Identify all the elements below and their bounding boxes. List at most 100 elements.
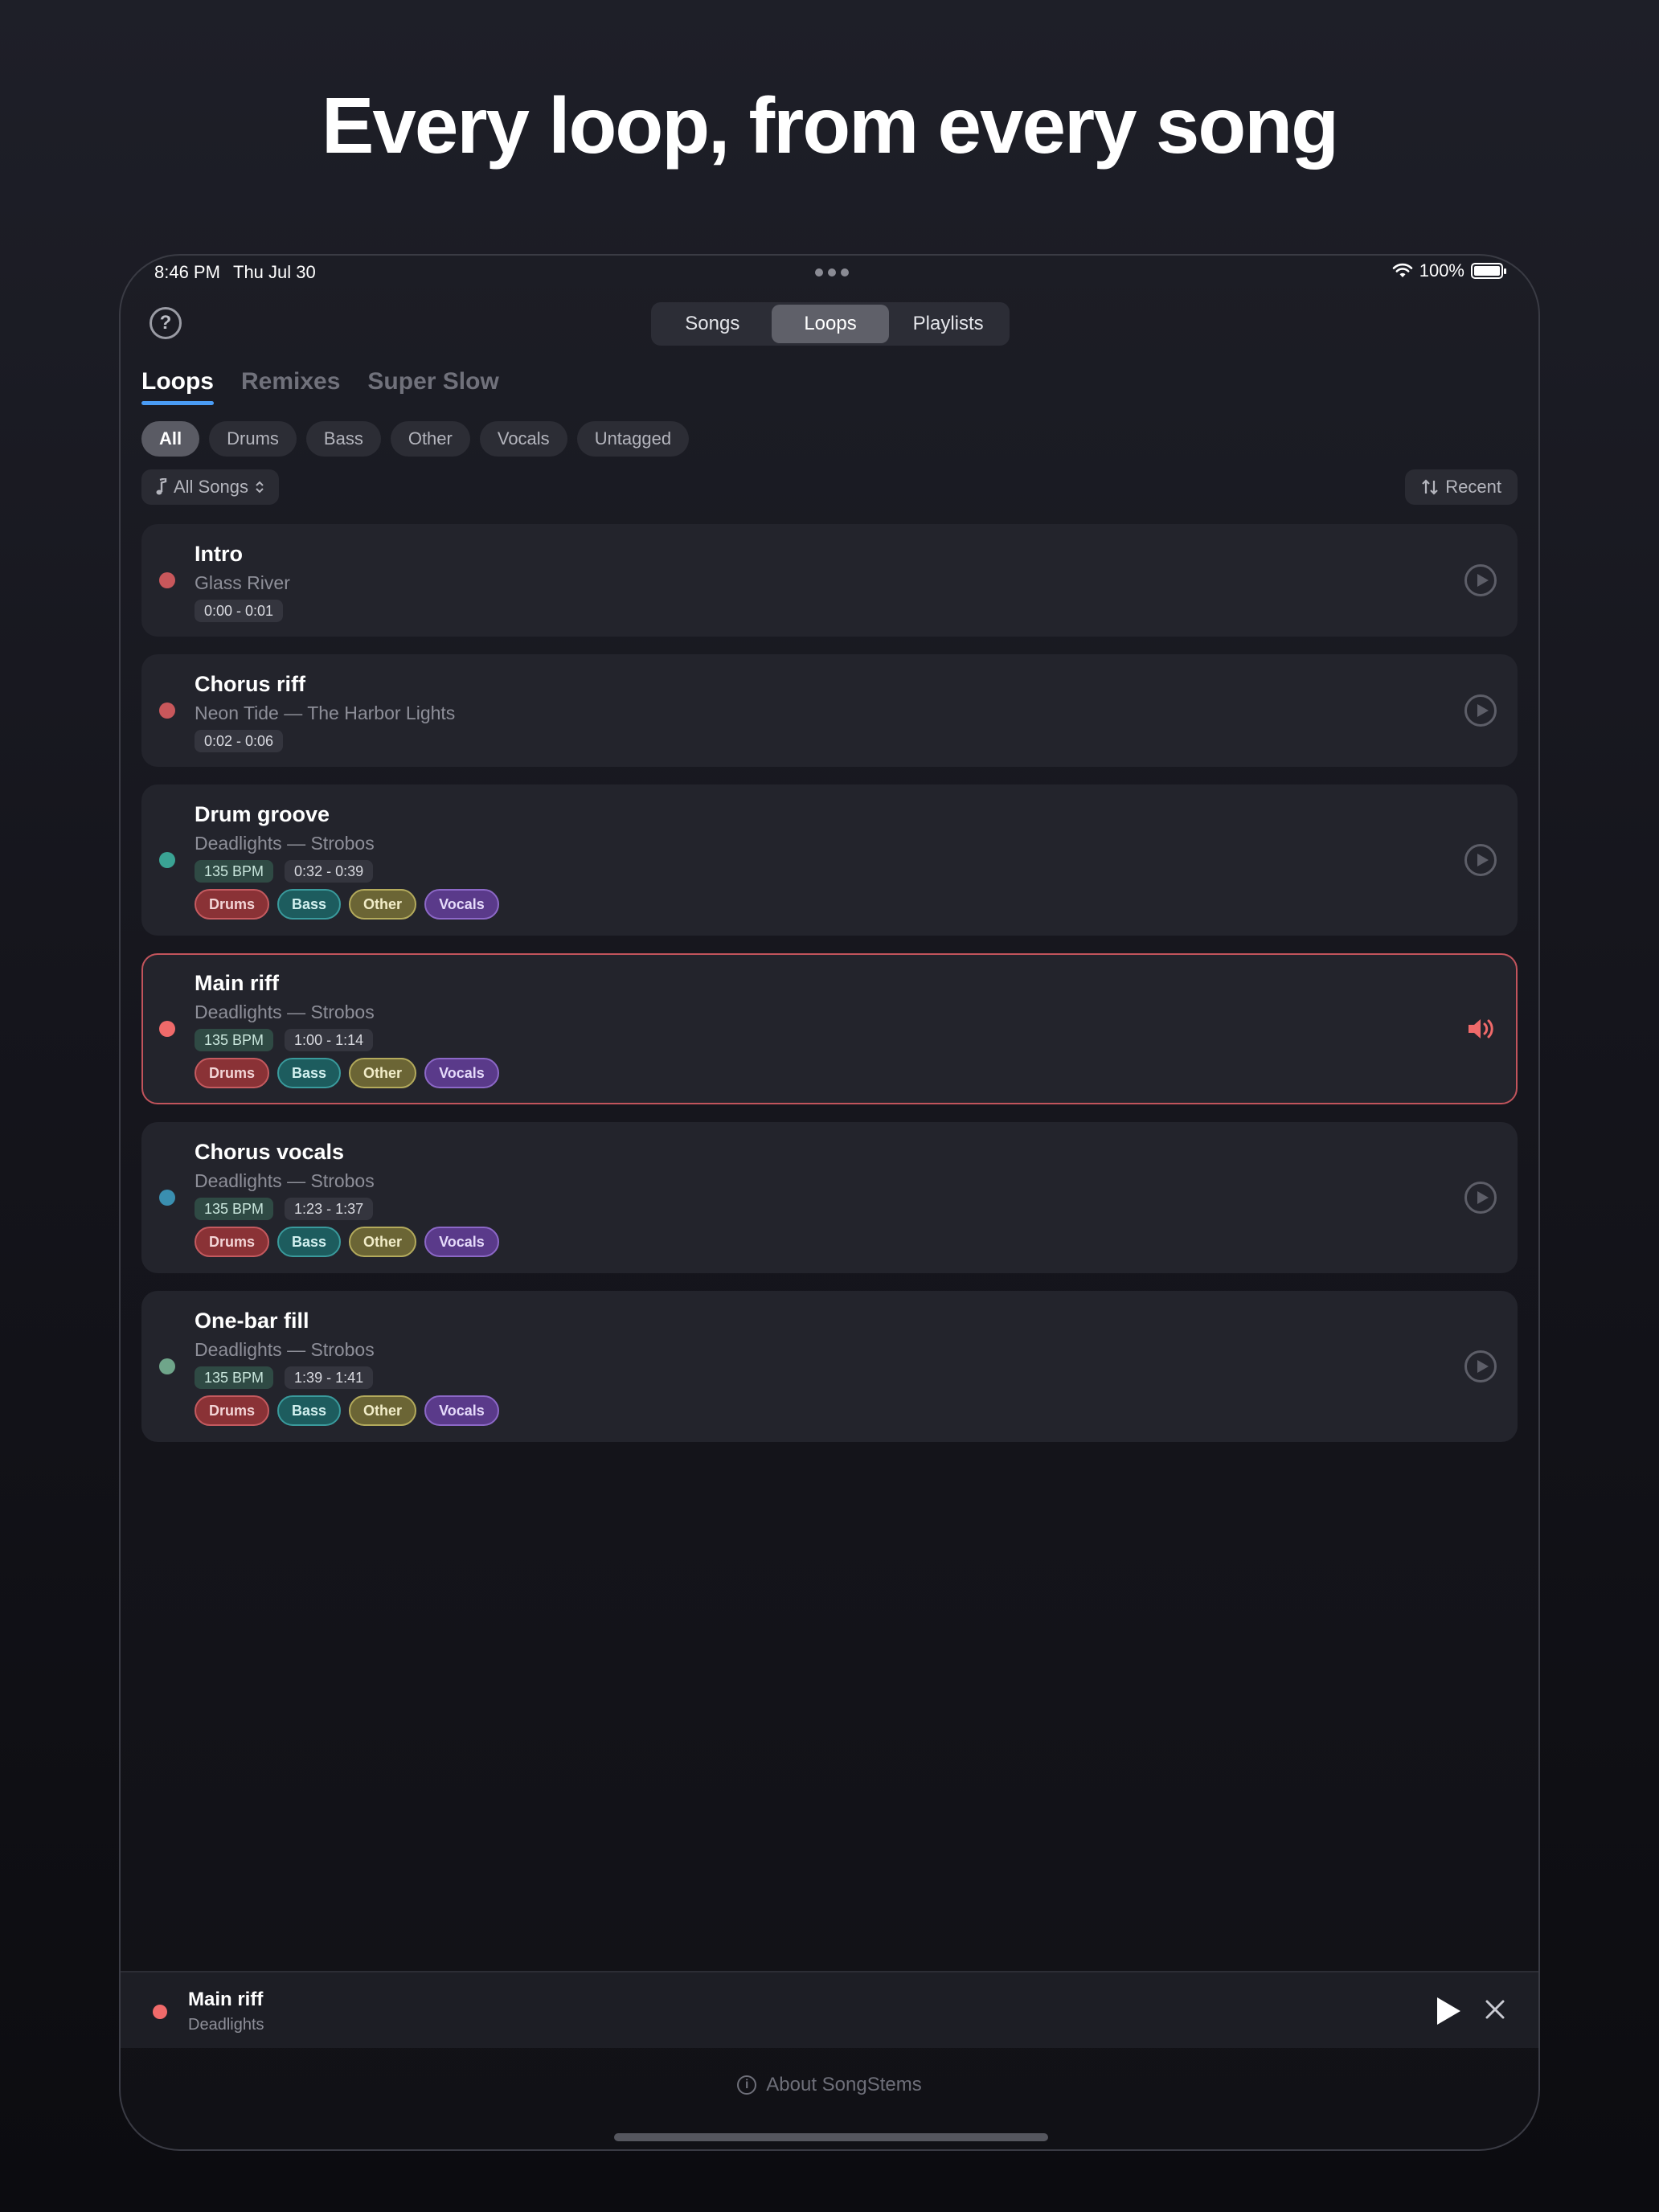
filter-chip-untagged[interactable]: Untagged [576,421,690,457]
stem-tag-drums: Drums [195,1227,270,1257]
stem-tag-bass: Bass [277,1058,342,1088]
time-range-pill: 1:00 - 1:14 [285,1029,374,1051]
filter-chip-vocals[interactable]: Vocals [479,421,567,457]
status-bar: 8:46 PM Thu Jul 30 100% [121,256,1538,289]
song-filter-label: All Songs [174,477,248,497]
stem-tags: Drums Bass Other Vocals [195,889,499,920]
speaker-playing-icon[interactable] [1466,1016,1498,1042]
view-segmented-control: Songs Loops Playlists [651,302,1010,346]
time-range-pill: 1:23 - 1:37 [285,1198,374,1220]
subtab-super-slow[interactable]: Super Slow [367,368,498,405]
loop-title: Chorus riff [195,672,305,696]
loop-card[interactable]: Chorus riff Neon Tide — The Harbor Lights… [141,654,1518,767]
bpm-pill: 135 BPM [195,1029,274,1051]
sort-label: Recent [1445,477,1501,497]
stem-tag-bass: Bass [277,889,342,920]
status-date: Thu Jul 30 [233,262,316,282]
loop-meta: 0:02 - 0:06 [195,730,284,752]
loop-title: One-bar fill [195,1309,309,1333]
loop-title: Main riff [195,971,279,995]
stem-tag-other: Other [349,1058,417,1088]
loop-title: Intro [195,542,243,566]
loop-card[interactable]: One-bar fill Deadlights — Strobos 135 BPM 1… [141,1291,1518,1442]
loop-title: Drum groove [195,802,330,826]
play-circle-icon[interactable] [1464,1182,1497,1214]
segment-playlists[interactable]: Playlists [889,305,1007,343]
stem-filter-chips: All Drums Bass Other Vocals Untagged [141,421,690,457]
time-range-pill: 0:32 - 0:39 [285,860,374,883]
about-link[interactable]: i About SongStems [121,2074,1538,2096]
filter-chip-all[interactable]: All [141,421,200,457]
loop-card[interactable]: Drum groove Deadlights — Strobos 135 BPM 0:… [141,784,1518,936]
play-circle-icon[interactable] [1464,564,1497,596]
loop-color-dot [159,703,175,719]
mini-player-color-dot [153,2005,167,2019]
mini-player-title: Main riff [188,1989,264,2010]
stem-tag-vocals: Vocals [424,1227,499,1257]
battery-percent: 100% [1419,260,1464,281]
help-icon[interactable]: ? [150,307,182,339]
loop-color-dot [159,572,175,588]
wifi-icon [1392,263,1413,277]
status-time: 8:46 PM [154,262,220,282]
segment-songs[interactable]: Songs [653,305,772,343]
loop-meta: 135 BPM 0:32 - 0:39 [195,860,374,883]
loop-list: Intro Glass River 0:00 - 0:01 Chorus riff Ne… [141,524,1518,1460]
play-icon[interactable] [1436,1997,1461,2026]
stem-tags: Drums Bass Other Vocals [195,1227,499,1257]
close-icon[interactable] [1484,1998,1506,2021]
bpm-pill: 135 BPM [195,860,274,883]
filter-chip-drums[interactable]: Drums [209,421,297,457]
filter-chip-bass[interactable]: Bass [305,421,381,457]
stem-tags: Drums Bass Other Vocals [195,1058,499,1088]
loop-card[interactable]: Chorus vocals Deadlights — Strobos 135 BPM… [141,1122,1518,1273]
stem-tag-other: Other [349,889,417,920]
sort-button[interactable]: Recent [1405,469,1518,505]
loop-subtitle: Deadlights — Strobos [195,833,375,854]
bpm-pill: 135 BPM [195,1366,274,1389]
loop-color-dot [159,1190,175,1206]
tablet-frame: 8:46 PM Thu Jul 30 100% ? Songs Loops Pl… [119,254,1540,2151]
loop-subtitle: Deadlights — Strobos [195,1002,375,1022]
segment-loops[interactable]: Loops [771,305,890,343]
headline: Every loop, from every song [322,81,1339,170]
stem-tag-bass: Bass [277,1395,342,1426]
loop-meta: 135 BPM 1:23 - 1:37 [195,1198,374,1220]
music-note-icon [156,478,167,495]
loop-card[interactable]: Main riff Deadlights — Strobos 135 BPM 1:00… [141,953,1518,1104]
bpm-pill: 135 BPM [195,1198,274,1220]
loop-color-dot [159,1358,175,1374]
stem-tag-other: Other [349,1395,417,1426]
multitasking-dots-icon[interactable] [815,268,849,276]
play-circle-icon[interactable] [1464,1350,1497,1382]
subtab-loops[interactable]: Loops [141,368,214,405]
filter-chip-other[interactable]: Other [390,421,470,457]
loop-meta: 0:00 - 0:01 [195,600,284,622]
time-range-pill: 1:39 - 1:41 [285,1366,374,1389]
loop-subtitle: Neon Tide — The Harbor Lights [195,703,456,723]
stem-tag-vocals: Vocals [424,889,499,920]
stem-tag-bass: Bass [277,1227,342,1257]
time-range-pill: 0:00 - 0:01 [195,600,284,622]
about-label: About SongStems [766,2074,922,2095]
loop-card[interactable]: Intro Glass River 0:00 - 0:01 [141,524,1518,637]
loop-color-dot [159,1021,175,1037]
play-circle-icon[interactable] [1464,844,1497,876]
loop-title: Chorus vocals [195,1140,345,1164]
song-filter-button[interactable]: All Songs [141,469,279,505]
loop-subtitle: Deadlights — Strobos [195,1339,375,1360]
loop-subtitle: Glass River [195,572,290,593]
sort-arrows-icon [1422,479,1439,495]
chevron-up-down-icon [256,481,264,494]
subtab-remixes[interactable]: Remixes [241,368,340,405]
stem-tag-drums: Drums [195,1395,270,1426]
mini-player-subtitle: Deadlights [188,2016,264,2034]
home-indicator[interactable] [614,2133,1048,2141]
play-circle-icon[interactable] [1464,694,1497,727]
loop-meta: 135 BPM 1:00 - 1:14 [195,1029,374,1051]
stem-tags: Drums Bass Other Vocals [195,1395,499,1426]
stem-tag-other: Other [349,1227,417,1257]
mini-player[interactable]: Main riff Deadlights [121,1971,1538,2048]
subtab-bar: Loops Remixes Super Slow [141,368,499,405]
stem-tag-vocals: Vocals [424,1058,499,1088]
